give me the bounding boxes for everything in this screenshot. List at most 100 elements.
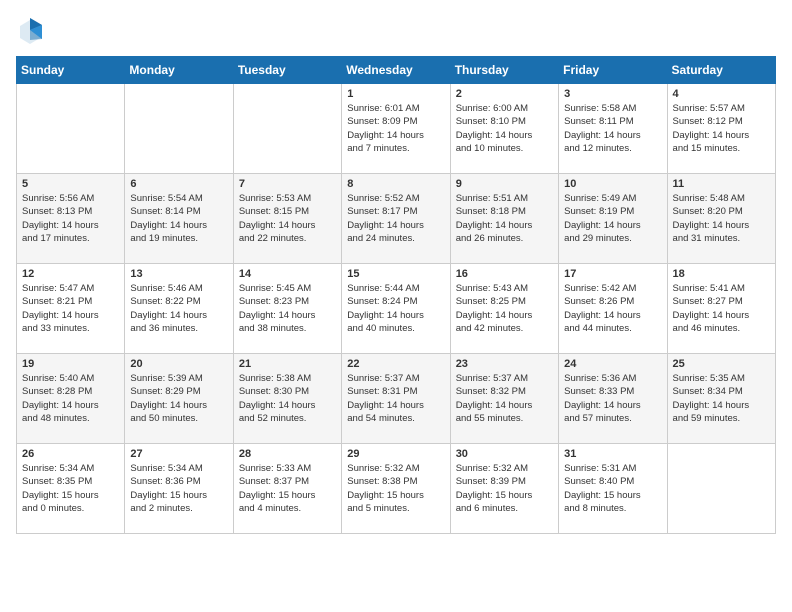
logo xyxy=(16,16,48,44)
calendar-cell xyxy=(233,84,341,174)
calendar-cell: 18 Sunrise: 5:41 AM Sunset: 8:27 PM Dayli… xyxy=(667,264,775,354)
day-info: Sunrise: 5:54 AM Sunset: 8:14 PM Dayligh… xyxy=(130,192,227,245)
calendar-cell: 19 Sunrise: 5:40 AM Sunset: 8:28 PM Dayli… xyxy=(17,354,125,444)
day-info: Sunrise: 5:38 AM Sunset: 8:30 PM Dayligh… xyxy=(239,372,336,425)
day-number: 12 xyxy=(22,268,119,280)
calendar-week-3: 12Sunrise: 5:47 AM Sunset: 8:21 PM Dayli… xyxy=(17,264,776,354)
day-info: Sunrise: 5:34 AM Sunset: 8:36 PM Dayligh… xyxy=(130,462,227,515)
day-info: Sunrise: 5:37 AM Sunset: 8:32 PM Dayligh… xyxy=(456,372,553,425)
day-number: 13 xyxy=(130,268,227,280)
calendar-cell: 27 Sunrise: 5:34 AM Sunset: 8:36 PM Dayli… xyxy=(125,444,233,534)
day-info: Sunrise: 5:44 AM Sunset: 8:24 PM Dayligh… xyxy=(347,282,444,335)
day-info: Sunrise: 6:00 AM Sunset: 8:10 PM Dayligh… xyxy=(456,102,553,155)
day-info: Sunrise: 5:37 AM Sunset: 8:31 PM Dayligh… xyxy=(347,372,444,425)
day-info: Sunrise: 5:53 AM Sunset: 8:15 PM Dayligh… xyxy=(239,192,336,245)
day-number: 3 xyxy=(564,88,661,100)
calendar-cell: 28 Sunrise: 5:33 AM Sunset: 8:37 PM Dayli… xyxy=(233,444,341,534)
day-number: 6 xyxy=(130,178,227,190)
calendar-cell: 7Sunrise: 5:53 AM Sunset: 8:15 PM Daylig… xyxy=(233,174,341,264)
calendar-cell: 6 Sunrise: 5:54 AM Sunset: 8:14 PM Daylig… xyxy=(125,174,233,264)
calendar-cell xyxy=(125,84,233,174)
calendar-cell: 31 Sunrise: 5:31 AM Sunset: 8:40 PM Dayli… xyxy=(559,444,667,534)
day-info: Sunrise: 5:43 AM Sunset: 8:25 PM Dayligh… xyxy=(456,282,553,335)
header-friday: Friday xyxy=(559,57,667,84)
day-number: 18 xyxy=(673,268,770,280)
day-number: 4 xyxy=(673,88,770,100)
day-info: Sunrise: 5:32 AM Sunset: 8:38 PM Dayligh… xyxy=(347,462,444,515)
page-header xyxy=(16,16,776,44)
day-number: 27 xyxy=(130,448,227,460)
day-number: 31 xyxy=(564,448,661,460)
calendar-cell: 26Sunrise: 5:34 AM Sunset: 8:35 PM Dayli… xyxy=(17,444,125,534)
calendar-cell: 10 Sunrise: 5:49 AM Sunset: 8:19 PM Dayli… xyxy=(559,174,667,264)
calendar-cell: 5Sunrise: 5:56 AM Sunset: 8:13 PM Daylig… xyxy=(17,174,125,264)
day-info: Sunrise: 5:40 AM Sunset: 8:28 PM Dayligh… xyxy=(22,372,119,425)
day-number: 9 xyxy=(456,178,553,190)
day-info: Sunrise: 5:52 AM Sunset: 8:17 PM Dayligh… xyxy=(347,192,444,245)
header-wednesday: Wednesday xyxy=(342,57,450,84)
calendar-cell: 22 Sunrise: 5:37 AM Sunset: 8:31 PM Dayli… xyxy=(342,354,450,444)
logo-icon xyxy=(16,16,44,44)
calendar-cell: 14 Sunrise: 5:45 AM Sunset: 8:23 PM Dayli… xyxy=(233,264,341,354)
day-number: 16 xyxy=(456,268,553,280)
day-number: 11 xyxy=(673,178,770,190)
calendar-cell: 29Sunrise: 5:32 AM Sunset: 8:38 PM Dayli… xyxy=(342,444,450,534)
day-info: Sunrise: 5:42 AM Sunset: 8:26 PM Dayligh… xyxy=(564,282,661,335)
day-info: Sunrise: 5:35 AM Sunset: 8:34 PM Dayligh… xyxy=(673,372,770,425)
day-info: Sunrise: 5:45 AM Sunset: 8:23 PM Dayligh… xyxy=(239,282,336,335)
day-number: 1 xyxy=(347,88,444,100)
day-number: 15 xyxy=(347,268,444,280)
day-info: Sunrise: 5:33 AM Sunset: 8:37 PM Dayligh… xyxy=(239,462,336,515)
day-info: Sunrise: 5:39 AM Sunset: 8:29 PM Dayligh… xyxy=(130,372,227,425)
day-number: 10 xyxy=(564,178,661,190)
day-info: Sunrise: 5:32 AM Sunset: 8:39 PM Dayligh… xyxy=(456,462,553,515)
calendar-cell: 9 Sunrise: 5:51 AM Sunset: 8:18 PM Daylig… xyxy=(450,174,558,264)
calendar-cell: 30 Sunrise: 5:32 AM Sunset: 8:39 PM Dayli… xyxy=(450,444,558,534)
day-number: 22 xyxy=(347,358,444,370)
calendar-cell xyxy=(17,84,125,174)
calendar-week-4: 19 Sunrise: 5:40 AM Sunset: 8:28 PM Dayli… xyxy=(17,354,776,444)
day-info: Sunrise: 5:58 AM Sunset: 8:11 PM Dayligh… xyxy=(564,102,661,155)
calendar-cell: 16 Sunrise: 5:43 AM Sunset: 8:25 PM Dayli… xyxy=(450,264,558,354)
calendar-header-row: SundayMondayTuesdayWednesdayThursdayFrid… xyxy=(17,57,776,84)
header-tuesday: Tuesday xyxy=(233,57,341,84)
day-number: 30 xyxy=(456,448,553,460)
calendar-cell: 13 Sunrise: 5:46 AM Sunset: 8:22 PM Dayli… xyxy=(125,264,233,354)
header-sunday: Sunday xyxy=(17,57,125,84)
day-info: Sunrise: 5:31 AM Sunset: 8:40 PM Dayligh… xyxy=(564,462,661,515)
calendar-cell: 4 Sunrise: 5:57 AM Sunset: 8:12 PM Daylig… xyxy=(667,84,775,174)
calendar-cell: 17Sunrise: 5:42 AM Sunset: 8:26 PM Dayli… xyxy=(559,264,667,354)
calendar-table: SundayMondayTuesdayWednesdayThursdayFrid… xyxy=(16,56,776,534)
day-number: 28 xyxy=(239,448,336,460)
day-info: Sunrise: 5:46 AM Sunset: 8:22 PM Dayligh… xyxy=(130,282,227,335)
calendar-cell: 12Sunrise: 5:47 AM Sunset: 8:21 PM Dayli… xyxy=(17,264,125,354)
calendar-cell: 11Sunrise: 5:48 AM Sunset: 8:20 PM Dayli… xyxy=(667,174,775,264)
calendar-cell: 2 Sunrise: 6:00 AM Sunset: 8:10 PM Daylig… xyxy=(450,84,558,174)
day-number: 8 xyxy=(347,178,444,190)
day-info: Sunrise: 6:01 AM Sunset: 8:09 PM Dayligh… xyxy=(347,102,444,155)
calendar-cell: 8 Sunrise: 5:52 AM Sunset: 8:17 PM Daylig… xyxy=(342,174,450,264)
calendar-cell: 25 Sunrise: 5:35 AM Sunset: 8:34 PM Dayli… xyxy=(667,354,775,444)
calendar-cell: 23 Sunrise: 5:37 AM Sunset: 8:32 PM Dayli… xyxy=(450,354,558,444)
header-monday: Monday xyxy=(125,57,233,84)
day-info: Sunrise: 5:51 AM Sunset: 8:18 PM Dayligh… xyxy=(456,192,553,245)
calendar-cell: 1 Sunrise: 6:01 AM Sunset: 8:09 PM Daylig… xyxy=(342,84,450,174)
day-number: 19 xyxy=(22,358,119,370)
calendar-week-2: 5Sunrise: 5:56 AM Sunset: 8:13 PM Daylig… xyxy=(17,174,776,264)
day-info: Sunrise: 5:34 AM Sunset: 8:35 PM Dayligh… xyxy=(22,462,119,515)
calendar-cell: 3 Sunrise: 5:58 AM Sunset: 8:11 PM Daylig… xyxy=(559,84,667,174)
day-number: 23 xyxy=(456,358,553,370)
day-info: Sunrise: 5:57 AM Sunset: 8:12 PM Dayligh… xyxy=(673,102,770,155)
day-info: Sunrise: 5:56 AM Sunset: 8:13 PM Dayligh… xyxy=(22,192,119,245)
header-saturday: Saturday xyxy=(667,57,775,84)
day-number: 20 xyxy=(130,358,227,370)
day-number: 2 xyxy=(456,88,553,100)
day-number: 14 xyxy=(239,268,336,280)
day-info: Sunrise: 5:49 AM Sunset: 8:19 PM Dayligh… xyxy=(564,192,661,245)
day-number: 24 xyxy=(564,358,661,370)
calendar-cell: 15 Sunrise: 5:44 AM Sunset: 8:24 PM Dayli… xyxy=(342,264,450,354)
day-info: Sunrise: 5:41 AM Sunset: 8:27 PM Dayligh… xyxy=(673,282,770,335)
header-thursday: Thursday xyxy=(450,57,558,84)
day-number: 25 xyxy=(673,358,770,370)
calendar-week-5: 26Sunrise: 5:34 AM Sunset: 8:35 PM Dayli… xyxy=(17,444,776,534)
